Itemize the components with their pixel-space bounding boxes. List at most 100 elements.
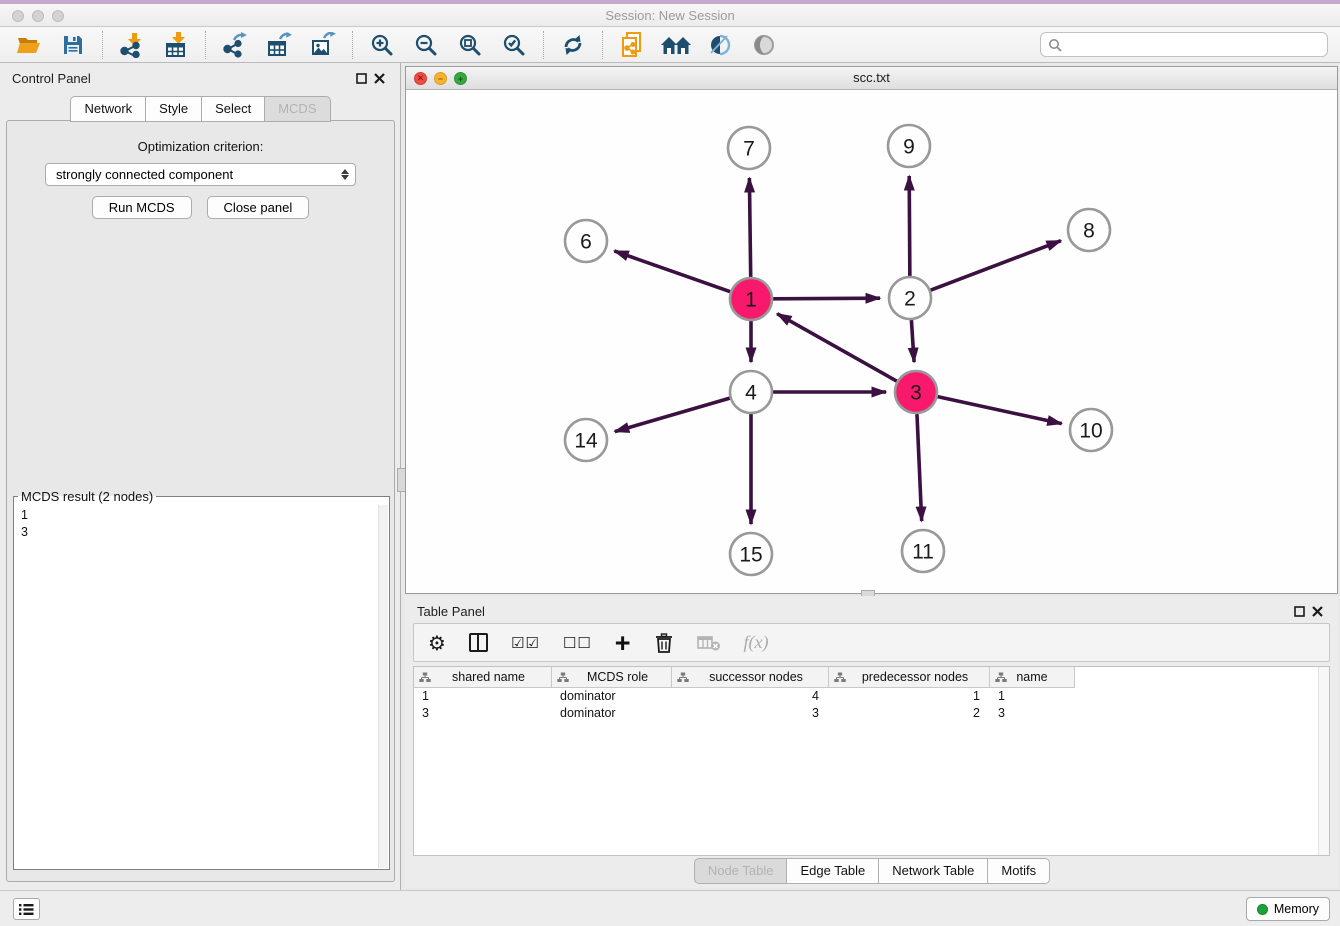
column-header-name[interactable]: name [990, 667, 1075, 687]
graph-edge-1-6[interactable] [614, 251, 730, 292]
column-header-predecessor-nodes[interactable]: predecessor nodes [829, 667, 990, 687]
graph-node-3[interactable]: 3 [895, 371, 937, 413]
zoom-out-button[interactable] [407, 30, 445, 60]
svg-text:11: 11 [912, 541, 934, 564]
list-icon [19, 903, 34, 916]
close-table-panel-icon[interactable] [1308, 602, 1326, 620]
graph-node-1[interactable]: 1 [730, 278, 772, 320]
table-cell[interactable]: 1 [414, 688, 552, 705]
table-cell[interactable]: dominator [552, 705, 672, 722]
zoom-in-icon [369, 32, 395, 58]
style-eye-icon [707, 33, 733, 57]
table-row[interactable]: 1dominator411 [414, 688, 1329, 705]
tab-mcds[interactable]: MCDS [264, 96, 330, 122]
tab-select[interactable]: Select [201, 96, 265, 122]
graph-edge-3-1[interactable] [777, 314, 897, 381]
export-table-button[interactable] [260, 30, 298, 60]
close-panel-button[interactable]: Close panel [207, 196, 310, 219]
zoom-selected-button[interactable] [495, 30, 533, 60]
import-table-icon [163, 32, 189, 58]
tab-network[interactable]: Network [70, 96, 146, 122]
apply-layout-button[interactable] [554, 30, 592, 60]
table-scrollbar[interactable] [1318, 667, 1329, 855]
import-table-button[interactable] [157, 30, 195, 60]
float-panel-icon[interactable] [352, 69, 370, 87]
tab-network-table[interactable]: Network Table [878, 858, 988, 884]
import-network-icon [119, 32, 145, 58]
export-network-button[interactable] [216, 30, 254, 60]
graph-node-9[interactable]: 9 [888, 125, 930, 167]
task-history-button[interactable] [13, 898, 40, 920]
graph-node-8[interactable]: 8 [1068, 209, 1110, 251]
column-header-mcds-role[interactable]: MCDS role [552, 667, 672, 687]
table-settings-button[interactable]: ⚙ [428, 628, 446, 658]
criterion-value: strongly connected component [56, 167, 233, 182]
graph-edge-2-3[interactable] [911, 320, 914, 362]
import-network-button[interactable] [113, 30, 151, 60]
search-input[interactable] [1067, 37, 1320, 52]
graph-edge-3-11[interactable] [917, 414, 922, 521]
tab-edge-table[interactable]: Edge Table [786, 858, 879, 884]
application-window: Session: New Session [0, 0, 1340, 926]
column-tree-icon [834, 672, 846, 683]
graph-node-15[interactable]: 15 [730, 533, 772, 575]
mcds-result-text[interactable]: 1 3 [15, 506, 378, 868]
function-builder-button[interactable]: f(x) [744, 628, 769, 658]
graph-node-2[interactable]: 2 [889, 277, 931, 319]
clone-network-button[interactable] [613, 30, 651, 60]
network-canvas[interactable]: 7 9 6 8 1 2 4 3 14 10 15 11 [406, 90, 1337, 593]
graph-node-14[interactable]: 14 [565, 419, 607, 461]
birds-eye-view-button[interactable] [745, 30, 783, 60]
select-all-button[interactable]: ☑☑ [511, 628, 540, 658]
svg-text:7: 7 [743, 138, 755, 161]
zoom-fit-button[interactable] [451, 30, 489, 60]
graph-edge-2-9[interactable] [909, 176, 910, 276]
refresh-icon [560, 32, 586, 58]
graph-node-4[interactable]: 4 [730, 371, 772, 413]
float-table-panel-icon[interactable] [1290, 602, 1308, 620]
status-bar: Memory [0, 890, 1340, 926]
graph-node-7[interactable]: 7 [728, 127, 770, 169]
column-tree-icon [995, 672, 1007, 683]
graph-edge-1-2[interactable] [773, 298, 880, 299]
export-image-button[interactable] [304, 30, 342, 60]
close-panel-icon[interactable] [370, 69, 388, 87]
graph-node-10[interactable]: 10 [1070, 409, 1112, 451]
memory-button[interactable]: Memory [1246, 897, 1330, 921]
table-cell[interactable]: 1 [990, 688, 1075, 705]
result-scrollbar[interactable] [378, 505, 388, 868]
table-cell[interactable]: dominator [552, 688, 672, 705]
graph-edge-1-7[interactable] [749, 178, 750, 277]
delete-table-button[interactable] [697, 628, 721, 658]
graph-edge-4-14[interactable] [615, 398, 730, 431]
delete-row-button[interactable] [654, 628, 674, 658]
criterion-select[interactable]: strongly connected component [45, 163, 356, 186]
style-preview-button[interactable] [701, 30, 739, 60]
table-cell[interactable]: 2 [829, 705, 990, 722]
show-columns-button[interactable] [469, 628, 488, 658]
graph-edge-2-8[interactable] [931, 241, 1061, 291]
tab-node-table[interactable]: Node Table [694, 858, 788, 884]
export-image-icon [310, 32, 336, 58]
column-header-shared-name[interactable]: shared name [414, 667, 552, 687]
table-cell[interactable]: 3 [414, 705, 552, 722]
tab-style[interactable]: Style [145, 96, 202, 122]
tab-motifs[interactable]: Motifs [987, 858, 1050, 884]
home-button[interactable] [657, 30, 695, 60]
deselect-all-button[interactable]: ☐☐ [563, 628, 592, 658]
add-row-button[interactable]: + [615, 628, 631, 658]
zoom-in-button[interactable] [363, 30, 401, 60]
table-row[interactable]: 3dominator323 [414, 705, 1329, 722]
graph-node-6[interactable]: 6 [565, 220, 607, 262]
table-cell[interactable]: 3 [990, 705, 1075, 722]
open-session-button[interactable] [10, 30, 48, 60]
run-mcds-button[interactable]: Run MCDS [92, 196, 192, 219]
graph-node-11[interactable]: 11 [902, 530, 944, 572]
column-header-successor-nodes[interactable]: successor nodes [672, 667, 829, 687]
graph-edge-3-10[interactable] [937, 397, 1061, 424]
main-toolbar [0, 27, 1340, 63]
table-cell[interactable]: 4 [672, 688, 829, 705]
table-cell[interactable]: 1 [829, 688, 990, 705]
table-cell[interactable]: 3 [672, 705, 829, 722]
save-session-button[interactable] [54, 30, 92, 60]
